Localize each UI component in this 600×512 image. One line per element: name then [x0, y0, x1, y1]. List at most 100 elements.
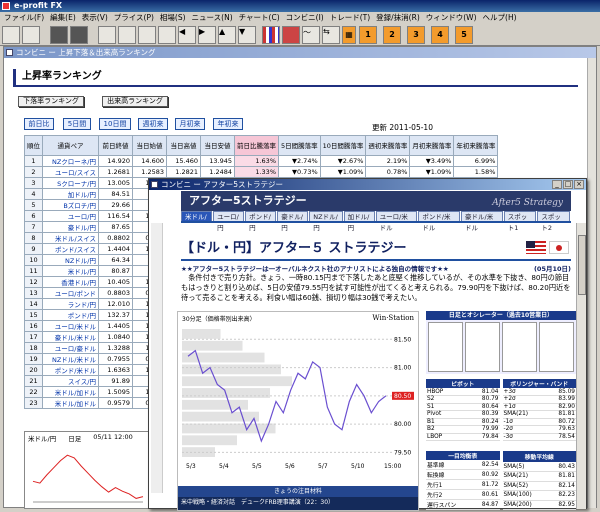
column-header[interactable]: 前日終値 [98, 135, 133, 156]
swap-icon[interactable]: ⇆ [322, 26, 340, 44]
down-ranking-button[interactable]: 下落率ランキング [18, 96, 84, 107]
down-arrow-icon[interactable]: ▼ [238, 26, 256, 44]
preset-2-button[interactable]: 2 [383, 26, 401, 44]
column-header[interactable]: 前日比騰落率 [234, 135, 279, 156]
tool-icon-f[interactable] [158, 26, 176, 44]
table-cell: 6 [24, 210, 43, 222]
menu-item-2[interactable]: 表示(V) [82, 12, 108, 24]
tool-icon-a[interactable] [50, 26, 68, 44]
table-cell[interactable]: ユーロ/円 [42, 210, 99, 222]
tool-icon-b[interactable] [70, 26, 88, 44]
column-header[interactable]: 当日始値 [132, 135, 167, 156]
tab-currency[interactable]: 加ドル/円 [343, 211, 375, 232]
volume-ranking-button[interactable]: 出来高ランキング [102, 96, 168, 107]
menu-item-0[interactable]: ファイル(F) [4, 12, 44, 24]
wave-icon[interactable]: 〜 [302, 26, 320, 44]
menu-item-3[interactable]: プライス(P) [114, 12, 154, 24]
table-cell[interactable]: NZドル/米ドル [42, 353, 99, 365]
table-cell[interactable]: ユーロ/米ドル [42, 320, 99, 332]
indicator-row: 先行2 80.61 [426, 489, 500, 500]
table-cell[interactable]: Sクローナ/円 [42, 177, 99, 189]
chart-bars-icon[interactable] [262, 26, 280, 44]
table-cell[interactable]: 米ドル/加ドル [42, 397, 99, 409]
tab-currency[interactable]: スポット2 [537, 211, 571, 232]
table-row[interactable]: 1 NZクローネ/円 14.920 14.600 15.460 13.945 1.63% ▼2… [24, 155, 499, 167]
period-button-month[interactable]: 月初来 [175, 118, 205, 130]
tab-currency[interactable]: ユーロ/米ドル [375, 211, 418, 232]
tool-icon-c[interactable] [98, 26, 116, 44]
menu-item-6[interactable]: チャート(C) [239, 12, 280, 24]
column-header[interactable]: 週初来騰落率 [365, 135, 411, 156]
minimize-button[interactable]: _ [552, 180, 562, 189]
table-cell[interactable]: ポンド/円 [42, 309, 99, 321]
tab-currency[interactable]: 米ドル/円 [181, 211, 213, 232]
menu-item-7[interactable]: コンビニ(I) [286, 12, 324, 24]
ranking-scrollbar[interactable] [587, 58, 596, 508]
menu-item-10[interactable]: ウィンドウ(W) [426, 12, 477, 24]
tab-currency[interactable]: 豪ドル/米ドル [461, 211, 503, 232]
table-cell[interactable]: ユーロ/豪ドル [42, 342, 99, 354]
table-cell[interactable]: 米ドル/円 [42, 265, 99, 277]
table-cell[interactable]: ユーロ/スイス [42, 166, 99, 178]
folder-icon[interactable] [22, 26, 40, 44]
preset-3-button[interactable]: 3 [407, 26, 425, 44]
column-header[interactable]: 通貨ペア [42, 135, 99, 156]
period-button-week[interactable]: 週初来 [138, 118, 168, 130]
tool-icon-e[interactable] [138, 26, 156, 44]
table-cell[interactable]: 米ドル/加ドル [42, 386, 99, 398]
period-button-10d[interactable]: 10日間 [99, 118, 131, 130]
back-arrow-icon[interactable]: ◀ [178, 26, 196, 44]
column-header[interactable]: 10日間騰落率 [319, 135, 367, 156]
table-cell[interactable]: 豪ドル/円 [42, 221, 99, 233]
tab-currency[interactable]: 豪ドル/円 [277, 211, 309, 232]
close-button[interactable]: × [574, 180, 584, 189]
table-cell[interactable]: Bズロチ/円 [42, 199, 99, 211]
preset-4-button[interactable]: 4 [431, 26, 449, 44]
preset-1-button[interactable]: 1 [359, 26, 377, 44]
menu-item-8[interactable]: トレード(T) [330, 12, 370, 24]
strategy-scrollbar[interactable] [576, 223, 586, 509]
table-cell[interactable]: ユーロ/ポンド [42, 287, 99, 299]
menu-item-11[interactable]: ヘルプ(H) [483, 12, 517, 24]
forward-arrow-icon[interactable]: ▶ [198, 26, 216, 44]
print-icon[interactable] [2, 26, 20, 44]
period-button-5d[interactable]: 5日間 [63, 118, 91, 130]
menu-item-9[interactable]: 登録/抹消(R) [376, 12, 420, 24]
period-button-prev-day[interactable]: 前日比 [24, 118, 54, 130]
table-row[interactable]: 2 ユーロ/スイス 1.2681 1.2583 1.2821 1.2484 1.33% ▼0.… [24, 166, 499, 178]
table-cell[interactable]: 米ドル/スイス [42, 232, 99, 244]
up-arrow-icon[interactable]: ▲ [218, 26, 236, 44]
table-cell[interactable]: ポンド/スイス [42, 243, 99, 255]
table-cell[interactable]: NZクローネ/円 [42, 155, 99, 167]
column-header[interactable]: 5日間騰落率 [278, 135, 321, 156]
tab-currency[interactable]: NZドル/円 [309, 211, 343, 232]
indicator-value: 81.81 [547, 471, 576, 482]
maximize-button[interactable]: □ [563, 180, 573, 189]
menu-item-4[interactable]: 相場(S) [160, 12, 186, 24]
table-cell[interactable]: スイス/円 [42, 375, 99, 387]
table-cell[interactable]: ポンド/米ドル [42, 364, 99, 376]
table-cell[interactable]: 香港ドル/円 [42, 276, 99, 288]
preset-5-button[interactable]: 5 [455, 26, 473, 44]
flag-icon[interactable] [282, 26, 300, 44]
period-button-year[interactable]: 年初来 [213, 118, 243, 130]
table-cell[interactable]: NZドル/円 [42, 254, 99, 266]
calendar-icon[interactable]: ▦ [342, 26, 356, 44]
column-header[interactable]: 月初来騰落率 [409, 135, 455, 156]
tab-currency[interactable]: ポンド/円 [245, 211, 277, 232]
table-cell[interactable]: 豪ドル/米ドル [42, 331, 99, 343]
column-header[interactable]: 当日高値 [166, 135, 201, 156]
table-cell: 2 [24, 166, 43, 178]
menu-item-5[interactable]: ニュース(N) [192, 12, 233, 24]
column-header[interactable]: 当日安値 [200, 135, 235, 156]
scroll-thumb[interactable] [578, 235, 586, 295]
tool-icon-d[interactable] [118, 26, 136, 44]
column-header[interactable]: 年初来騰落率 [453, 135, 499, 156]
column-header[interactable]: 順位 [24, 135, 43, 156]
tab-currency[interactable]: スポット1 [503, 211, 537, 232]
table-cell[interactable]: 加ドル/円 [42, 188, 99, 200]
table-cell[interactable]: ランド/円 [42, 298, 99, 310]
tab-currency[interactable]: ユーロ/円 [213, 211, 245, 232]
menu-item-1[interactable]: 編集(E) [50, 12, 76, 24]
tab-currency[interactable]: ポンド/米ドル [418, 211, 461, 232]
